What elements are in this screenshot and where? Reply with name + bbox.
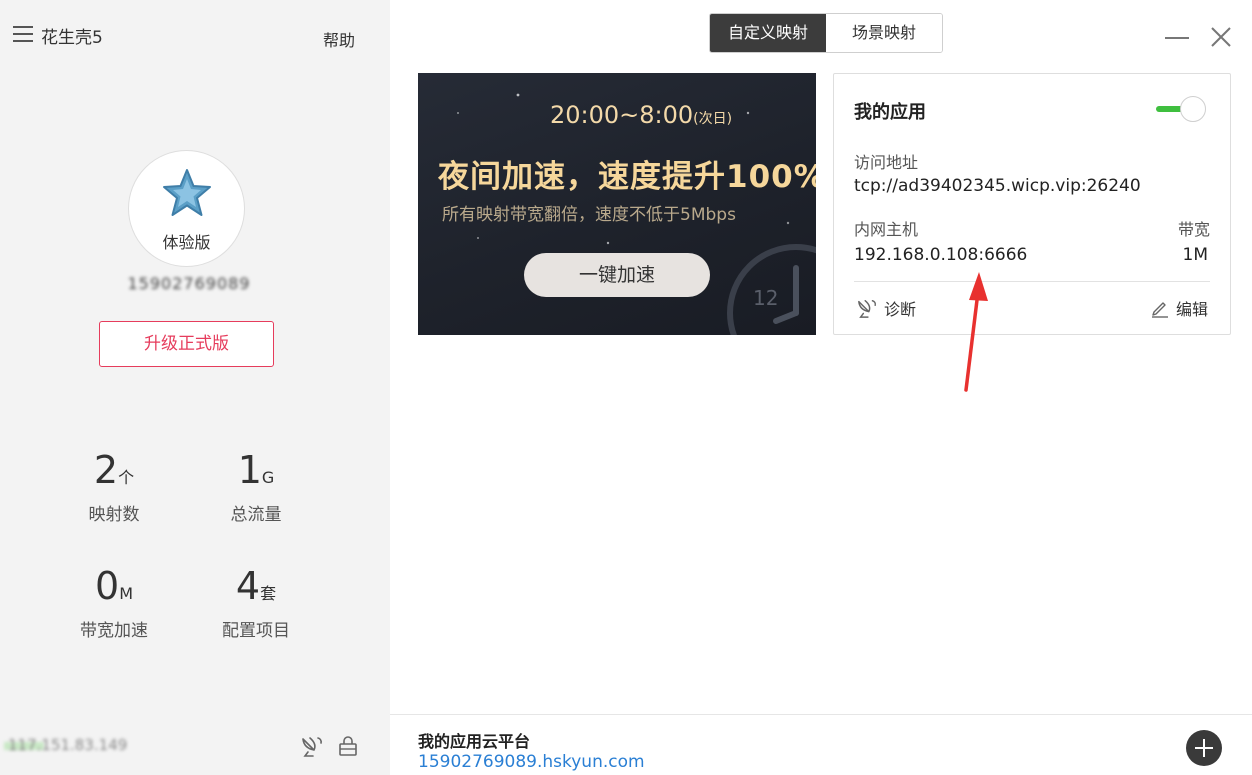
diagnose-icon[interactable] xyxy=(300,735,324,757)
mapping-tabs: 自定义映射 场景映射 xyxy=(709,13,943,53)
diagnose-label: 诊断 xyxy=(884,300,917,319)
pencil-icon xyxy=(1151,302,1168,318)
upgrade-button[interactable]: 升级正式版 xyxy=(99,321,274,367)
cloud-platform-link[interactable]: 15902769089.hskyun.com xyxy=(418,752,645,772)
stat-value: 2 xyxy=(93,448,119,492)
app-card: 我的应用 访问地址 tcp://ad39402345.wicp.vip:2624… xyxy=(833,73,1231,335)
app-enable-toggle[interactable] xyxy=(1154,96,1208,122)
stat-value: 0 xyxy=(95,564,120,608)
annotation-arrow xyxy=(964,272,988,392)
app-title: 花生壳5 xyxy=(41,28,103,48)
banner-headline: 夜间加速，速度提升100% xyxy=(438,159,816,195)
minimize-icon[interactable] xyxy=(1165,37,1189,39)
stat-value: 1 xyxy=(237,448,262,492)
diagnose-button[interactable]: 诊断 xyxy=(856,296,916,320)
card-divider xyxy=(854,281,1210,282)
public-ip: 117.151.83.149 xyxy=(8,736,128,754)
lock-icon[interactable] xyxy=(337,735,359,757)
bandwidth-value: 1M xyxy=(1182,245,1208,265)
stat-bandwidth-boost: 0M 带宽加速 xyxy=(54,564,174,641)
stat-unit: 套 xyxy=(260,584,277,603)
time-note: (次日) xyxy=(693,111,733,127)
diagnose-icon xyxy=(858,300,877,318)
access-address-label: 访问地址 xyxy=(854,153,919,172)
edition-label: 体验版 xyxy=(162,233,211,252)
stat-label: 总流量 xyxy=(230,505,282,525)
edit-label: 编辑 xyxy=(1175,300,1208,319)
boost-time-range: 20:00~8:00(次日) xyxy=(550,101,732,129)
edit-button[interactable]: 编辑 xyxy=(1150,296,1208,320)
stat-label: 配置项目 xyxy=(222,621,290,641)
tab-custom-mapping[interactable]: 自定义映射 xyxy=(710,14,826,52)
night-boost-banner[interactable]: 20:00~8:00(次日) 夜间加速，速度提升100% 所有映射带宽翻倍，速度… xyxy=(418,73,816,335)
avatar[interactable]: 体验版 xyxy=(128,150,245,267)
one-click-boost-button[interactable]: 一键加速 xyxy=(524,253,710,297)
stat-label: 带宽加速 xyxy=(80,621,148,641)
cloud-platform-title: 我的应用云平台 xyxy=(418,732,531,751)
stat-config-items: 4套 配置项目 xyxy=(196,564,316,641)
stat-unit: 个 xyxy=(118,468,135,487)
stat-unit: G xyxy=(261,468,275,487)
app-card-title: 我的应用 xyxy=(854,102,926,123)
cloud-platform-footer: 我的应用云平台 15902769089.hskyun.com xyxy=(390,714,1252,775)
toggle-knob xyxy=(1180,96,1206,122)
lan-host-value: 192.168.0.108:6666 xyxy=(854,245,1028,265)
clock-number: 12 xyxy=(753,286,779,310)
add-mapping-button[interactable] xyxy=(1186,730,1222,766)
bandwidth-label: 带宽 xyxy=(1177,220,1210,239)
stat-traffic: 1G 总流量 xyxy=(196,448,316,525)
stat-mappings: 2个 映射数 xyxy=(54,448,174,525)
sidebar: 花生壳5 帮助 体验版 15902769089 升级正式版 2个 映射数 1G … xyxy=(0,0,390,775)
stat-unit: M xyxy=(119,584,133,603)
close-icon[interactable] xyxy=(1208,24,1234,50)
account-number: 15902769089 xyxy=(127,276,251,292)
time-range: 20:00~8:00 xyxy=(550,101,694,129)
tab-scene-mapping[interactable]: 场景映射 xyxy=(826,14,942,52)
star-badge-icon xyxy=(163,169,211,216)
hamburger-menu-icon[interactable] xyxy=(13,26,33,42)
banner-subline: 所有映射带宽翻倍，速度不低于5Mbps xyxy=(442,205,736,225)
help-link[interactable]: 帮助 xyxy=(323,27,355,51)
stat-label: 映射数 xyxy=(88,505,140,525)
access-address-value: tcp://ad39402345.wicp.vip:26240 xyxy=(854,176,1141,196)
lan-host-label: 内网主机 xyxy=(854,220,919,239)
stat-value: 4 xyxy=(235,564,261,608)
